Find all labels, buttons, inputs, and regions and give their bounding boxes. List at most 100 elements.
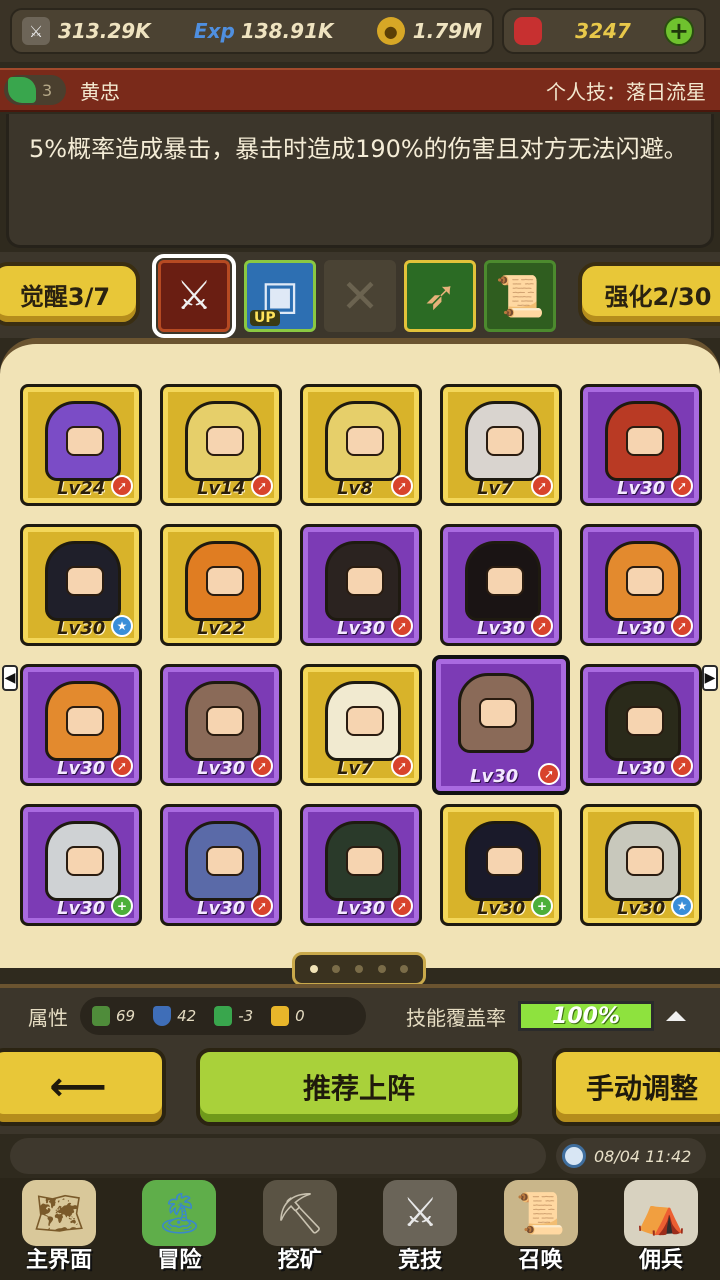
tab-weapon[interactable]: ⚔ (152, 254, 236, 338)
hero-card[interactable]: Lv30 ➚ (432, 655, 570, 795)
gem-value: 3247 (575, 19, 631, 43)
hero-card[interactable]: Lv7 ➚ (300, 664, 422, 786)
nav-label-mining: 挖矿 (277, 1248, 322, 1273)
nav-label-adventure: 冒险 (157, 1248, 202, 1273)
hero-card[interactable]: Lv30 ➚ (300, 524, 422, 646)
hero-card[interactable]: Lv30 ➚ (580, 664, 702, 786)
hero-face (66, 426, 104, 456)
hero-portrait (45, 681, 121, 761)
hero-face (206, 846, 244, 876)
hero-card[interactable]: Lv30 + (20, 804, 142, 926)
hero-face (486, 566, 524, 596)
expand-up-icon[interactable] (666, 1011, 686, 1021)
level-up-arrow-icon: ➚ (391, 615, 413, 637)
hero-card[interactable]: Lv30 ★ (580, 804, 702, 926)
tab-bow[interactable]: ➶ (404, 260, 476, 332)
personal-skill-title: 个人技：落日流星 (546, 79, 706, 104)
gold-resource: ● 1.79M (376, 17, 482, 45)
hero-face (66, 706, 104, 736)
badge-count: 3 (42, 80, 53, 100)
page-dot[interactable] (332, 965, 341, 973)
nav-mercenary[interactable]: ⛺ 佣兵 (606, 1178, 716, 1280)
hero-level: Lv30 (197, 758, 246, 779)
exp-resource: Exp 138.91K (194, 19, 334, 43)
hero-face (626, 566, 664, 596)
ruby-icon (514, 17, 542, 45)
hero-portrait (465, 401, 541, 481)
level-up-arrow-icon: ➚ (251, 895, 273, 917)
hero-level: Lv30 (617, 898, 666, 919)
hero-level: Lv30 (337, 898, 386, 919)
hero-face (206, 566, 244, 596)
hero-portrait (45, 401, 121, 481)
hero-face (626, 426, 664, 456)
hero-card[interactable]: Lv14 ➚ (160, 384, 282, 506)
hero-card[interactable]: Lv30 ➚ (20, 664, 142, 786)
hero-card[interactable]: Lv30 ➚ (580, 384, 702, 506)
hero-portrait (185, 401, 261, 481)
hero-card[interactable]: Lv30 ★ (20, 524, 142, 646)
nav-main[interactable]: 🗺 主界面 (4, 1178, 114, 1280)
level-up-arrow-icon: ➚ (251, 475, 273, 497)
hero-level: Lv30 (617, 618, 666, 639)
hero-card[interactable]: Lv7 ➚ (440, 384, 562, 506)
clock-icon (562, 1144, 586, 1168)
back-button[interactable]: ⟵ (0, 1048, 166, 1126)
page-dot[interactable] (400, 965, 409, 973)
hero-card[interactable]: Lv8 ➚ (300, 384, 422, 506)
hero-card[interactable]: Lv22 (160, 524, 282, 646)
hero-portrait (185, 541, 261, 621)
level-up-arrow-icon: ➚ (671, 755, 693, 777)
hero-face (486, 426, 524, 456)
next-page-arrow-icon[interactable]: ▶ (702, 665, 718, 691)
plus-icon: + (111, 895, 133, 917)
hero-portrait (605, 541, 681, 621)
awaken-button[interactable]: 觉醒3/7 (0, 262, 140, 326)
level-up-arrow-icon: ➚ (391, 755, 413, 777)
hero-card[interactable]: Lv30 ➚ (440, 524, 562, 646)
gem-panel: 3247 + (502, 8, 706, 54)
action-bar: ⟵ 推荐上阵 手动调整 (0, 1044, 720, 1134)
gem-stat-icon (214, 1006, 233, 1026)
attack-resource: ⚔ 313.29K (22, 17, 151, 45)
recommend-lineup-button[interactable]: 推荐上阵 (196, 1048, 522, 1126)
hero-level: Lv30 (197, 898, 246, 919)
nav-adventure[interactable]: 🏝 冒险 (124, 1178, 234, 1280)
hero-level: Lv30 (337, 618, 386, 639)
level-up-arrow-icon: ➚ (251, 755, 273, 777)
level-up-arrow-icon: ➚ (671, 615, 693, 637)
nav-arena[interactable]: ⚔ 竞技 (365, 1178, 475, 1280)
scroll-icon: 📜 (495, 273, 545, 320)
prev-page-arrow-icon[interactable]: ◀ (2, 665, 18, 691)
hero-portrait (325, 541, 401, 621)
sword-icon: ⚔ (22, 17, 50, 45)
page-dot[interactable] (354, 965, 363, 973)
nav-label-arena: 竞技 (398, 1248, 443, 1273)
up-tag: UP (250, 310, 280, 326)
tab-scroll[interactable]: 📜 (484, 260, 556, 332)
add-gems-button[interactable]: + (663, 16, 694, 46)
hero-card[interactable]: Lv30 + (440, 804, 562, 926)
hero-level: Lv14 (197, 478, 246, 499)
tab-empty-slot[interactable]: ✕ (324, 260, 396, 332)
hero-card[interactable]: Lv30 ➚ (580, 524, 702, 646)
star-icon: ★ (111, 615, 133, 637)
skill-description: 5%概率造成暴击，暴击时造成190%的伤害且对方无法闪避。 (6, 114, 714, 248)
hero-card[interactable]: Lv30 ➚ (160, 664, 282, 786)
chat-box[interactable] (10, 1138, 546, 1174)
page-dot[interactable] (309, 965, 318, 973)
hero-card[interactable]: Lv30 ➚ (160, 804, 282, 926)
hero-face (346, 566, 384, 596)
hero-face (66, 566, 104, 596)
enhance-button[interactable]: 强化2/30 (578, 262, 720, 326)
hero-card[interactable]: Lv30 ➚ (300, 804, 422, 926)
hero-face (346, 846, 384, 876)
equipment-tab-row: 觉醒3/7 ⚔ ▣ UP ✕ ➶ 📜 强化2/30 (0, 252, 720, 338)
page-dot[interactable] (377, 965, 386, 973)
nav-summon[interactable]: 📜 召唤 (486, 1178, 596, 1280)
hero-card[interactable]: Lv24 ➚ (20, 384, 142, 506)
manual-adjust-button[interactable]: 手动调整 (552, 1048, 720, 1126)
resource-bar: ⚔ 313.29K Exp 138.91K ● 1.79M 3247 + (0, 0, 720, 62)
hero-portrait (465, 541, 541, 621)
nav-mining[interactable]: ⛏ 挖矿 (245, 1178, 355, 1280)
